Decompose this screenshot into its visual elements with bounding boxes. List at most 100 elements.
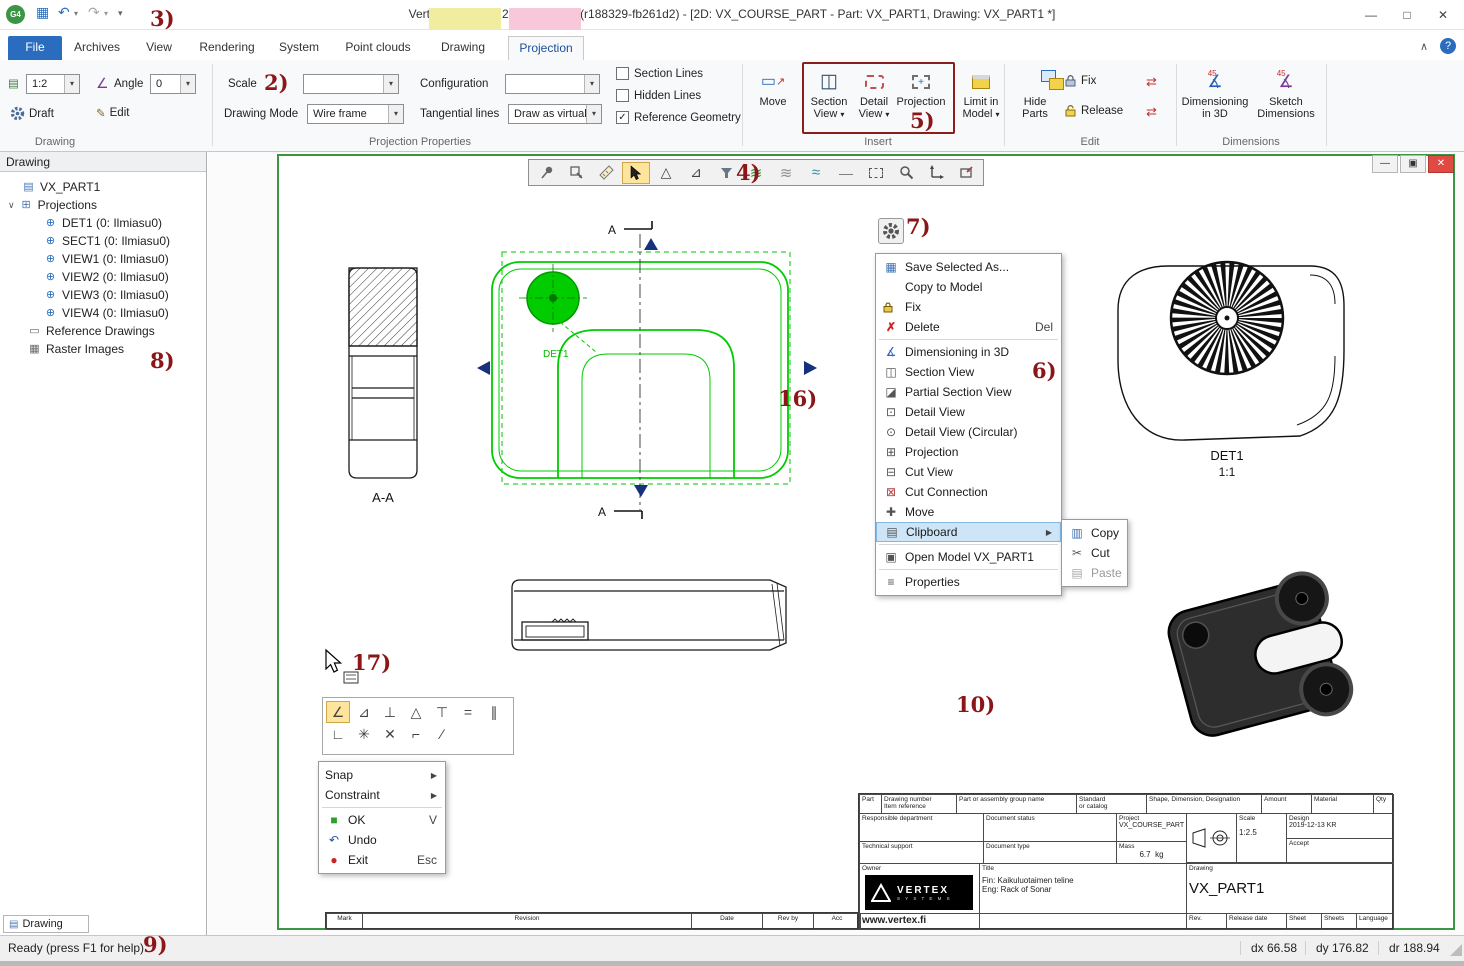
tree-item-view4[interactable]: ⊕VIEW4 (0: Ilmiasu0) bbox=[0, 304, 206, 322]
toolbar-options-icon[interactable]: ▾ bbox=[118, 8, 123, 19]
slanted-parallel-icon[interactable]: ∥ bbox=[482, 701, 506, 723]
cross-snap-icon[interactable]: ✕ bbox=[378, 723, 402, 745]
tab-archives[interactable]: Archives bbox=[66, 36, 128, 60]
menu-item-cut-view[interactable]: ⊟Cut View bbox=[876, 462, 1061, 482]
minimize-button[interactable]: — bbox=[1354, 4, 1388, 26]
configuration-select[interactable]: ▾ bbox=[505, 74, 600, 94]
edit-button[interactable]: ✎ Edit bbox=[96, 106, 129, 120]
close-button[interactable]: ✕ bbox=[1426, 4, 1460, 26]
resize-grip[interactable] bbox=[1450, 944, 1462, 956]
reference-geometry-checkbox[interactable]: ✓Reference Geometry bbox=[616, 111, 741, 124]
layers-gray-icon[interactable]: ≋ bbox=[772, 162, 800, 184]
triangle-constraint-icon[interactable]: △ bbox=[404, 701, 428, 723]
section-lines-checkbox[interactable]: Section Lines bbox=[616, 67, 703, 80]
tab-rendering[interactable]: Rendering bbox=[192, 36, 262, 60]
chevron-down-icon[interactable]: ▾ bbox=[180, 75, 195, 93]
drawing-mode-select[interactable]: Wire frame▾ bbox=[307, 104, 404, 124]
undo-icon[interactable]: ↶ bbox=[58, 4, 70, 21]
handle-right[interactable] bbox=[804, 361, 817, 375]
handle-left[interactable] bbox=[477, 361, 490, 375]
tab-view[interactable]: View bbox=[134, 36, 184, 60]
dimensioning-in-3d-button[interactable]: ∡ 45 Dimensioning in 3D bbox=[1186, 68, 1244, 120]
drag-view-icon[interactable] bbox=[562, 162, 590, 184]
selected-projection-view[interactable] bbox=[477, 234, 817, 510]
layers-teal-icon[interactable]: ≈ bbox=[802, 162, 830, 184]
handle-bottom[interactable] bbox=[634, 485, 648, 497]
view-settings-gear-button[interactable] bbox=[878, 218, 904, 244]
hide-parts-button[interactable]: Hide Parts bbox=[1012, 68, 1058, 120]
maximize-button[interactable]: □ bbox=[1390, 4, 1424, 26]
tab-file[interactable]: File bbox=[8, 36, 62, 60]
menu-item-move[interactable]: ✚Move bbox=[876, 502, 1061, 522]
scale-select[interactable]: ▾ bbox=[303, 74, 399, 94]
snap-menu-item-snap[interactable]: Snap▶ bbox=[319, 765, 445, 785]
corner-line-icon[interactable]: ⌐ bbox=[404, 723, 428, 745]
tree-item-reference-drawings[interactable]: ▭Reference Drawings bbox=[0, 322, 206, 340]
tree-item-view3[interactable]: ⊕VIEW3 (0: Ilmiasu0) bbox=[0, 286, 206, 304]
tab-drawing[interactable]: Drawing bbox=[426, 36, 500, 60]
draft-button[interactable]: Draft bbox=[10, 106, 54, 121]
menu-item-clipboard[interactable]: ▤Clipboard▶ bbox=[876, 522, 1061, 542]
angle-constraint-icon[interactable]: ∠ bbox=[326, 701, 350, 723]
undo-dropdown-icon[interactable]: ▾ bbox=[74, 9, 78, 18]
limit-in-model-button[interactable]: Limit in Model ▾ bbox=[956, 68, 1006, 121]
tee-constraint-icon[interactable]: ⊤ bbox=[430, 701, 454, 723]
zoom-icon[interactable] bbox=[892, 162, 920, 184]
tree-item-det1[interactable]: ⊕DET1 (0: Ilmiasu0) bbox=[0, 214, 206, 232]
perpendicular-constraint-icon[interactable]: ⊥ bbox=[378, 701, 402, 723]
triangle-corner-icon[interactable]: ⊿ bbox=[682, 162, 710, 184]
collapse-ribbon-icon[interactable]: ∧ bbox=[1420, 40, 1428, 53]
fit-view-icon[interactable] bbox=[952, 162, 980, 184]
right-angle-icon[interactable]: ∟ bbox=[326, 723, 350, 745]
tab-point-clouds[interactable]: Point clouds bbox=[338, 36, 418, 60]
menu-item-properties[interactable]: ≡Properties bbox=[876, 572, 1061, 592]
parallel-constraint-icon[interactable]: = bbox=[456, 701, 480, 723]
menu-item-save-selected-as[interactable]: ▦Save Selected As... bbox=[876, 257, 1061, 277]
snap-menu-item-ok[interactable]: ■OKV bbox=[319, 810, 445, 830]
chevron-down-icon[interactable]: ▾ bbox=[388, 105, 403, 123]
triangle-outline-icon[interactable]: △ bbox=[652, 162, 680, 184]
ruler-icon[interactable] bbox=[592, 162, 620, 184]
marquee-select-icon[interactable] bbox=[862, 162, 890, 184]
tree-item-sect1[interactable]: ⊕SECT1 (0: Ilmiasu0) bbox=[0, 232, 206, 250]
menu-item-cut-connection[interactable]: ⊠Cut Connection bbox=[876, 482, 1061, 502]
menu-item-partial-section-view[interactable]: ◪Partial Section View bbox=[876, 382, 1061, 402]
drawing-scale-select[interactable]: 1:2▾ bbox=[26, 74, 80, 94]
angle-select[interactable]: 0▾ bbox=[150, 74, 196, 94]
pin-icon[interactable] bbox=[532, 162, 560, 184]
handle-top[interactable] bbox=[644, 238, 658, 250]
menu-item-projection[interactable]: ⊞Projection bbox=[876, 442, 1061, 462]
submenu-item-cut[interactable]: ✂Cut bbox=[1062, 543, 1127, 563]
tangent-line-icon[interactable]: ∕ bbox=[430, 723, 454, 745]
menu-item-delete[interactable]: ✗DeleteDel bbox=[876, 317, 1061, 337]
submenu-item-copy[interactable]: ▥Copy bbox=[1062, 523, 1127, 543]
hidden-lines-checkbox[interactable]: Hidden Lines bbox=[616, 89, 701, 102]
chevron-down-icon[interactable]: ▾ bbox=[586, 105, 601, 123]
tangential-lines-select[interactable]: Draw as virtual▾ bbox=[508, 104, 602, 124]
corner-constraint-icon[interactable]: ⊿ bbox=[352, 701, 376, 723]
menu-item-detail-view-circular[interactable]: ⊙Detail View (Circular) bbox=[876, 422, 1061, 442]
tree-item-raster-images[interactable]: ▦Raster Images bbox=[0, 340, 206, 358]
menu-item-fix[interactable]: Fix bbox=[876, 297, 1061, 317]
help-icon[interactable]: ? bbox=[1440, 38, 1456, 54]
chevron-down-icon[interactable]: ▾ bbox=[64, 75, 79, 93]
tab-system[interactable]: System bbox=[268, 36, 330, 60]
tree-item-vx-part1[interactable]: ▤VX_PART1 bbox=[0, 178, 206, 196]
layer-flat-icon[interactable]: — bbox=[832, 162, 860, 184]
tab-projection[interactable]: Projection bbox=[508, 36, 584, 60]
snap-menu-item-exit[interactable]: ●ExitEsc bbox=[319, 850, 445, 870]
sketch-dimensions-button[interactable]: ∡ 45 Sketch Dimensions bbox=[1254, 68, 1318, 120]
snap-menu-item-constraint[interactable]: Constraint▶ bbox=[319, 785, 445, 805]
release-button[interactable]: Release bbox=[1064, 104, 1123, 117]
menu-item-copy-to-model[interactable]: Copy to Model bbox=[876, 277, 1061, 297]
menu-item-detail-view[interactable]: ⊡Detail View bbox=[876, 402, 1061, 422]
redo-icon[interactable]: ↷ bbox=[88, 4, 100, 21]
submenu-item-paste[interactable]: ▤Paste bbox=[1062, 563, 1127, 583]
save-icon[interactable]: ▦ bbox=[36, 4, 49, 21]
sidebar-bottom-tab-drawing[interactable]: ▤Drawing bbox=[3, 915, 89, 933]
snap-menu-item-undo[interactable]: ↶Undo bbox=[319, 830, 445, 850]
tree-item-projections[interactable]: ∨⊞Projections bbox=[0, 196, 206, 214]
redo-dropdown-icon[interactable]: ▾ bbox=[104, 9, 108, 18]
chevron-down-icon[interactable]: ▾ bbox=[584, 75, 599, 93]
axes-icon[interactable] bbox=[922, 162, 950, 184]
